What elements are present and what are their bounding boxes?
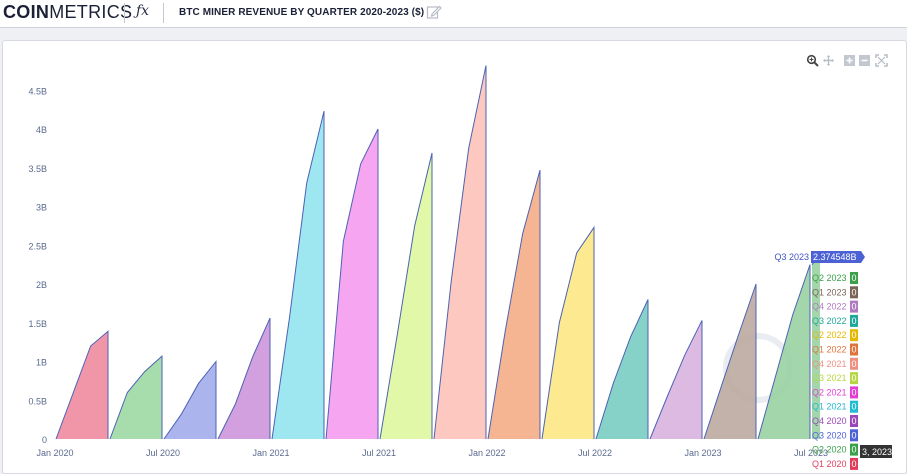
hover-legend-label: Q4 2021 (812, 359, 847, 369)
area-series (380, 153, 432, 439)
y-tick-label: 2.5B (28, 241, 47, 251)
area-series (488, 170, 540, 439)
hover-legend-label: Q3 2020 (812, 430, 847, 440)
hover-legend-value: 0 (851, 459, 856, 469)
x-tick-label: Jul 2021 (362, 448, 396, 458)
hover-legend-label: Q2 2022 (812, 330, 847, 340)
area-series (434, 65, 486, 439)
hover-legend-value: 0 (851, 430, 856, 440)
y-tick-label: 3B (36, 203, 47, 213)
y-tick-label: 0 (42, 435, 47, 445)
area-series (650, 320, 702, 439)
hover-legend-value: 0 (851, 416, 856, 426)
area-series (272, 111, 324, 440)
hover-legend-label: Q1 2020 (812, 459, 847, 469)
area-series (326, 129, 378, 439)
hover-legend-label: Q1 2023 (812, 287, 847, 297)
x-tick-label: Jan 2021 (252, 448, 289, 458)
y-tick-label: 2B (36, 280, 47, 290)
hover-legend-label: Q4 2022 (812, 302, 847, 312)
hover-legend-value: 0 (851, 330, 856, 340)
hover-legend-value: 0 (851, 287, 856, 297)
hover-legend-label: Q3 2021 (812, 373, 847, 383)
chart-svg: 0 0.5B 1B 1.5B 2B 2.5B 3B 3.5B 4B 4.5B Jan 2020 Ju… (28, 65, 892, 470)
hover-legend-value: 0 (851, 373, 856, 383)
x-tick-label: Jul 2022 (578, 448, 612, 458)
hover-date-label: 3, 2023 (862, 447, 892, 457)
x-tick-label: Jan 2023 (684, 448, 721, 458)
hover-legend-label: Q2 2021 (812, 387, 847, 397)
area-series (542, 227, 594, 439)
hover-value-pointer (861, 251, 865, 263)
hover-legend-label: Q2 2023 (812, 273, 847, 283)
hover-legend-label: Q1 2021 (812, 402, 847, 412)
hover-legend-value: 0 (851, 273, 856, 283)
hover-legend-value: 0 (851, 402, 856, 412)
hover-legend-value: 0 (851, 302, 856, 312)
area-series (596, 299, 648, 439)
hover-legend-label: Q3 2022 (812, 316, 847, 326)
hover-legend-value: 0 (851, 345, 856, 355)
hover-value-label: 2.374548B (813, 252, 857, 262)
y-tick-label: 4B (36, 125, 47, 135)
y-tick-label: 1B (36, 358, 47, 368)
area-series (110, 356, 162, 439)
y-tick-label: 0.5B (28, 396, 47, 406)
hover-legend-value: 0 (851, 359, 856, 369)
x-tick-label: Jan 2022 (468, 448, 505, 458)
hover-legend-label: Q4 2020 (812, 416, 847, 426)
area-series (56, 331, 108, 439)
x-tick-label: Jan 2020 (36, 448, 73, 458)
hover-legend-value: 0 (851, 445, 856, 455)
y-tick-label: 4.5B (28, 86, 47, 96)
x-tick-label: Jul 2020 (146, 448, 180, 458)
hover-legend-label: Q1 2022 (812, 345, 847, 355)
hover-x-label: Q3 2023 (774, 252, 809, 262)
y-tick-label: 1.5B (28, 319, 47, 329)
y-tick-label: 3.5B (28, 164, 47, 174)
hover-legend-value: 0 (851, 316, 856, 326)
hover-legend-value: 0 (851, 387, 856, 397)
hover-legend-label: Q2 2020 (812, 445, 847, 455)
